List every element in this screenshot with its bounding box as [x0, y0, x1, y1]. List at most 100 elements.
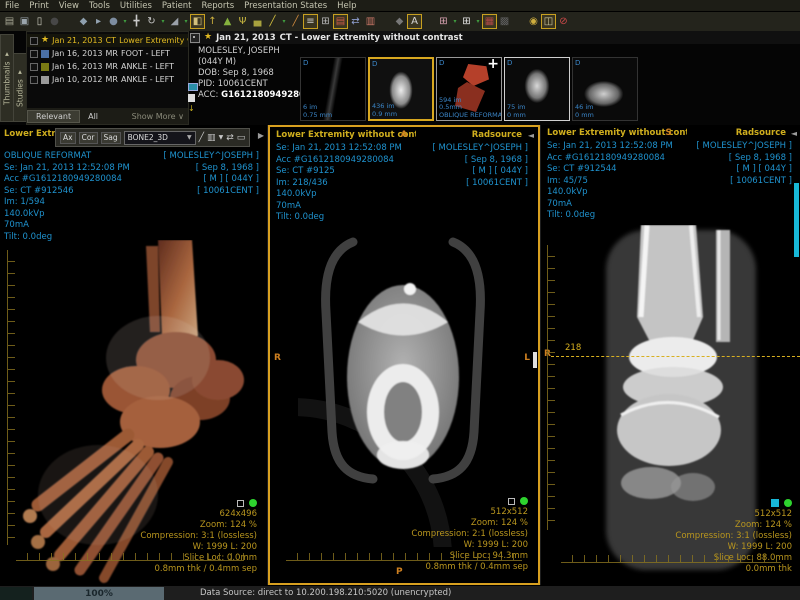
viewport-3d-oblique[interactable]: Lower Extremity without contrast Ax Cor …	[0, 125, 268, 585]
viewport-axial[interactable]: Lower Extremity without contrast A Radso…	[268, 125, 540, 585]
report-icon[interactable]: ▤	[333, 14, 348, 29]
link-series-icon[interactable]: ⇄	[348, 14, 363, 29]
filter-all[interactable]: All	[80, 111, 106, 122]
key-image-icon[interactable]: ◉	[526, 14, 541, 29]
pan-hand-icon[interactable]: ╋	[129, 14, 144, 29]
expand-icon[interactable]	[190, 33, 200, 43]
arrow-up-icon[interactable]: ↑	[205, 14, 220, 29]
download-icon[interactable]: ↓	[188, 105, 198, 112]
patient-name: MOLESLEY, JOSEPH	[198, 46, 323, 57]
grow-region-icon[interactable]: ▲	[220, 14, 235, 29]
reference-line[interactable]	[551, 356, 800, 357]
probe-icon[interactable]: ●	[106, 14, 121, 29]
sync-square-icon[interactable]	[508, 498, 515, 505]
study-row[interactable]: Jan 16, 2013 MR ANKLE - LEFT	[27, 60, 188, 73]
coronal-button[interactable]: Cor	[79, 132, 98, 144]
pane-collapse-icon[interactable]: ▶	[258, 131, 264, 140]
navigator-icon[interactable]: ◆	[76, 14, 91, 29]
dropdown-arrow-icon[interactable]: ▾	[451, 14, 459, 29]
series-marker: D	[439, 59, 444, 67]
volume-grid-icon[interactable]: ▩	[497, 14, 512, 29]
menu-print[interactable]: Print	[24, 1, 54, 11]
menu-presentation-states[interactable]: Presentation States	[239, 1, 332, 11]
menu-view[interactable]: View	[54, 1, 84, 11]
document-icon[interactable]	[188, 94, 195, 102]
series-thumbnail-axial[interactable]: D 436 im 0.9 mm	[368, 57, 434, 121]
window-level-icon[interactable]: ◧	[190, 14, 205, 29]
menu-tools[interactable]: Tools	[84, 1, 115, 11]
chevron-down-icon[interactable]: ▼	[219, 132, 224, 144]
thumb-thickness: 0 mm	[575, 112, 594, 120]
layout-grid-icon[interactable]: ⊞	[318, 14, 333, 29]
menu-patient[interactable]: Patient	[157, 1, 197, 11]
layout-icon[interactable]: ▥	[207, 132, 216, 144]
new-document-icon[interactable]: ▯	[32, 14, 47, 29]
stamp-icon[interactable]: ▄	[250, 14, 265, 29]
menu-help[interactable]: Help	[332, 1, 361, 11]
exam-header: ★ Jan 21, 2013 CT - Lower Extremity with…	[190, 31, 800, 44]
status-left-box	[0, 587, 32, 600]
stack-scrollbar-thumb[interactable]	[533, 352, 537, 368]
chess-piece-icon[interactable]: ◆	[392, 14, 407, 29]
series-thumbnail-scout[interactable]: D 6 im 0.75 mm	[300, 57, 366, 121]
angle-tool-icon[interactable]: Ψ	[235, 14, 250, 29]
record-icon[interactable]: ●	[47, 14, 62, 29]
dropdown-arrow-icon[interactable]: ▾	[474, 14, 482, 29]
text-report-icon[interactable]: A	[407, 14, 422, 29]
filter-relevant[interactable]: Relevant	[27, 110, 80, 123]
menu-file[interactable]: File	[0, 1, 24, 11]
rotate-icon[interactable]: ↻	[144, 14, 159, 29]
dropdown-arrow-icon[interactable]: ▾	[182, 14, 190, 29]
toolbar: ▤ ▣ ▯ ● ◆ ▸ ● ▾ ╋ ↻ ▾ ◢ ▾ ◧ ↑ ▲ Ψ ▄ ╱ ▾ …	[0, 12, 800, 32]
hammer-tool-icon[interactable]: ◢	[167, 14, 182, 29]
axial-button[interactable]: Ax	[60, 132, 76, 144]
series-thumbnail-oblique-3d[interactable]: D + 594 im 0.5mm OBLIQUE REFORMAT	[436, 57, 502, 121]
patient-overlay: [ MOLESLEY^JOSEPH ][ Sep 8, 1968 ] [ M ]…	[697, 141, 792, 187]
frame-icon[interactable]: ▭	[237, 132, 246, 144]
study-row[interactable]: Jan 16, 2013 MR FOOT - LEFT	[27, 47, 188, 60]
mpr-icon[interactable]: ▦	[482, 14, 497, 29]
grid-pink-icon[interactable]: ⊞	[436, 14, 451, 29]
study-checkbox[interactable]	[30, 76, 38, 84]
viewport-coronal[interactable]: Lower Extremity without contrast S Radso…	[540, 125, 800, 585]
sagittal-button[interactable]: Sag	[101, 132, 121, 144]
study-row-current[interactable]: ★ Jan 21, 2013 CT Lower Extremity withou…	[27, 34, 188, 47]
flag-icon[interactable]: ▸	[91, 14, 106, 29]
sync-square-icon[interactable]	[237, 500, 244, 507]
series-prev-icon[interactable]: ◄	[528, 131, 534, 140]
open-exam-icon[interactable]: ▤	[2, 14, 17, 29]
link-icon[interactable]: ⇄	[226, 132, 234, 144]
series-thumbnail-coronal[interactable]: D 75 im 0 mm	[504, 57, 570, 121]
gown-icon[interactable]: ◫	[541, 14, 556, 29]
tab-thumbnails[interactable]: Thumbnails ▾	[0, 34, 14, 122]
study-checkbox[interactable]	[30, 50, 38, 58]
show-more-link[interactable]: Show More ∨	[132, 112, 188, 121]
series-scrollbar[interactable]	[794, 183, 799, 257]
dropdown-arrow-icon[interactable]: ▾	[121, 14, 129, 29]
histogram-icon[interactable]: ▥	[363, 14, 378, 29]
study-row[interactable]: Jan 10, 2012 MR ANKLE - LEFT	[27, 73, 188, 86]
edit-icon[interactable]: ╱	[199, 132, 204, 144]
marker-icon[interactable]: ╱	[288, 14, 303, 29]
pencil-icon[interactable]: ╱	[265, 14, 280, 29]
menu-utilities[interactable]: Utilities	[115, 1, 157, 11]
patient-overlay: [ MOLESLEY^JOSEPH ][ Sep 8, 1968 ] [ M ]…	[164, 151, 259, 197]
series-prev-icon[interactable]: ◄	[791, 129, 797, 138]
preset-select[interactable]: BONE2_3D ▼	[124, 131, 196, 145]
grid-white-icon[interactable]: ⊞	[459, 14, 474, 29]
menu-reports[interactable]: Reports	[197, 1, 240, 11]
acc-label: ACC:	[198, 90, 218, 100]
stack-icon[interactable]: ≡	[303, 14, 318, 29]
dropdown-arrow-icon[interactable]: ▾	[159, 14, 167, 29]
stop-icon[interactable]: ⊘	[556, 14, 571, 29]
tab-studies[interactable]: Studies ▾	[13, 53, 27, 122]
dropdown-arrow-icon[interactable]: ▾	[280, 14, 288, 29]
save-icon[interactable]: ▣	[17, 14, 32, 29]
sync-square-icon[interactable]	[771, 499, 779, 507]
study-modality: MR	[106, 62, 118, 71]
study-checkbox[interactable]	[30, 63, 38, 71]
series-thumbnail-sagittal[interactable]: D 46 im 0 mm	[572, 57, 638, 121]
display-icon[interactable]	[188, 83, 198, 91]
add-series-icon[interactable]: +	[487, 57, 499, 72]
study-checkbox[interactable]	[30, 37, 38, 45]
